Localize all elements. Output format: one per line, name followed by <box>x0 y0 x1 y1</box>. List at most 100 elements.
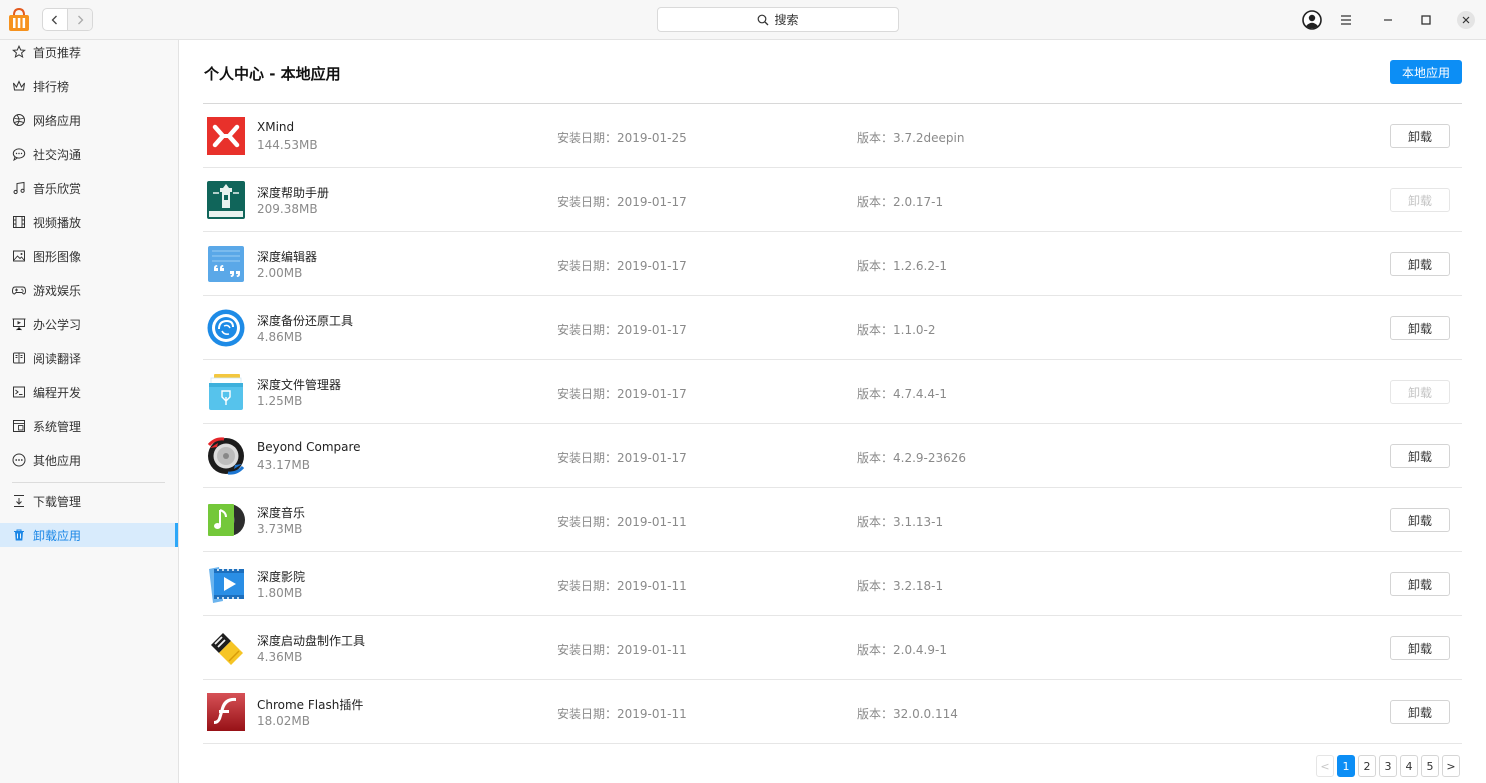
trash-icon <box>14 529 24 541</box>
menu-button[interactable] <box>1336 10 1356 30</box>
user-avatar-button[interactable] <box>1302 10 1322 30</box>
app-name: Chrome Flash插件 <box>257 698 364 712</box>
hamburger-menu-icon <box>1341 15 1351 25</box>
page-button-2[interactable]: 2 <box>1358 755 1376 777</box>
install-date: 安装日期：2019-01-17 <box>557 387 687 401</box>
page-button-3[interactable]: 3 <box>1379 755 1397 777</box>
app-row: 深度帮助手册 209.38MB 安装日期：2019-01-17 版本：2.0.1… <box>203 168 1462 232</box>
prev-page-button[interactable]: < <box>1316 755 1334 777</box>
title-bar: 搜索 <box>0 0 1486 40</box>
app-version: 版本：32.0.0.114 <box>857 707 958 721</box>
more-icon <box>12 453 26 467</box>
sidebar-item-others[interactable]: 其他应用 <box>0 448 178 472</box>
sidebar-item-label: 系统管理 <box>33 419 82 434</box>
page-title: 个人中心 - 本地应用 <box>204 65 341 83</box>
sidebar-item-label: 图形图像 <box>33 249 82 264</box>
app-row: XMind 144.53MB 安装日期：2019-01-25 版本：3.7.2d… <box>203 104 1462 168</box>
uninstall-button[interactable]: 卸载 <box>1390 636 1450 660</box>
sidebar-item-label: 编程开发 <box>33 385 82 400</box>
app-name: 深度编辑器 <box>257 250 318 264</box>
chevron-right-icon <box>78 15 84 24</box>
sidebar-item-video[interactable]: 视频播放 <box>0 210 178 234</box>
app-row: 深度影院 1.80MB 安装日期：2019-01-11 版本：3.2.18-1 … <box>203 552 1462 616</box>
search-input[interactable]: 搜索 <box>657 7 899 32</box>
sidebar-item-social[interactable]: 社交沟通 <box>0 142 178 166</box>
sidebar: 首页推荐 排行榜 网络应用 社交沟通 音乐欣赏 视频播放 图形图像 游戏娱乐 办… <box>0 40 179 783</box>
flash-plugin-icon <box>207 693 245 731</box>
uninstall-button[interactable]: 卸载 <box>1390 124 1450 148</box>
app-size: 2.00MB <box>257 266 303 280</box>
install-date: 安装日期：2019-01-11 <box>557 515 687 529</box>
uninstall-button[interactable]: 卸载 <box>1390 252 1450 276</box>
uninstall-button[interactable]: 卸载 <box>1390 188 1450 212</box>
install-date: 安装日期：2019-01-11 <box>557 643 687 657</box>
app-store-logo-icon <box>8 7 30 32</box>
app-name: 深度备份还原工具 <box>257 314 354 328</box>
sidebar-item-label: 社交沟通 <box>33 147 82 162</box>
chat-icon <box>12 148 26 161</box>
search-icon <box>758 14 769 25</box>
sidebar-item-label: 办公学习 <box>33 317 82 332</box>
sidebar-item-ranking[interactable]: 排行榜 <box>0 74 178 98</box>
app-size: 3.73MB <box>257 522 303 536</box>
sidebar-item-label: 视频播放 <box>33 215 82 230</box>
app-version: 版本：3.1.13-1 <box>857 515 944 529</box>
app-name: 深度音乐 <box>257 506 306 520</box>
uninstall-button[interactable]: 卸载 <box>1390 316 1450 340</box>
app-name: 深度帮助手册 <box>257 186 330 200</box>
sidebar-item-office[interactable]: 办公学习 <box>0 312 178 336</box>
page-button-5[interactable]: 5 <box>1421 755 1439 777</box>
uninstall-button[interactable]: 卸载 <box>1390 444 1450 468</box>
sidebar-item-graphics[interactable]: 图形图像 <box>0 244 178 268</box>
app-name: XMind <box>257 120 295 134</box>
gamepad-icon <box>12 286 26 295</box>
app-row: 深度备份还原工具 4.86MB 安装日期：2019-01-17 版本：1.1.0… <box>203 296 1462 360</box>
uninstall-button[interactable]: 卸载 <box>1390 700 1450 724</box>
uninstall-button[interactable]: 卸载 <box>1390 572 1450 596</box>
app-name: 深度影院 <box>257 570 306 584</box>
maximize-button[interactable] <box>1416 10 1436 30</box>
page-button-1[interactable]: 1 <box>1337 755 1355 777</box>
close-button[interactable] <box>1456 10 1476 30</box>
xmind-icon <box>207 117 245 155</box>
app-version: 版本：3.2.18-1 <box>857 579 944 593</box>
app-row: 深度启动盘制作工具 4.36MB 安装日期：2019-01-11 版本：2.0.… <box>203 616 1462 680</box>
app-row: Beyond Compare 43.17MB 安装日期：2019-01-17 版… <box>203 424 1462 488</box>
back-button[interactable] <box>43 9 67 30</box>
app-row: 深度编辑器 2.00MB 安装日期：2019-01-17 版本：1.2.6.2-… <box>203 232 1462 296</box>
sidebar-item-label: 卸载应用 <box>33 528 82 543</box>
sidebar-item-downloads[interactable]: 下载管理 <box>0 489 178 513</box>
sidebar-item-programming[interactable]: 编程开发 <box>0 380 178 404</box>
install-date: 安装日期：2019-01-11 <box>557 707 687 721</box>
app-name: 深度启动盘制作工具 <box>257 634 366 648</box>
deepin-file-manager-icon <box>207 373 245 411</box>
film-icon <box>13 216 25 228</box>
page-button-4[interactable]: 4 <box>1400 755 1418 777</box>
sidebar-item-home-recommend[interactable]: 首页推荐 <box>0 40 178 64</box>
app-version: 版本：1.1.0-2 <box>857 323 936 337</box>
sidebar-item-reading[interactable]: 阅读翻译 <box>0 346 178 370</box>
sidebar-item-label: 阅读翻译 <box>33 351 82 366</box>
sidebar-item-system[interactable]: 系统管理 <box>0 414 178 438</box>
uninstall-button[interactable]: 卸载 <box>1390 508 1450 532</box>
sidebar-item-uninstall[interactable]: 卸载应用 <box>0 523 178 547</box>
terminal-icon <box>13 386 25 398</box>
install-date: 安装日期：2019-01-17 <box>557 451 687 465</box>
app-size: 144.53MB <box>257 138 318 152</box>
app-row: 深度文件管理器 1.25MB 安装日期：2019-01-17 版本：4.7.4.… <box>203 360 1462 424</box>
deepin-boot-maker-icon <box>207 629 245 667</box>
sidebar-item-network[interactable]: 网络应用 <box>0 108 178 132</box>
minimize-button[interactable] <box>1378 10 1398 30</box>
app-size: 4.36MB <box>257 650 303 664</box>
sidebar-item-games[interactable]: 游戏娱乐 <box>0 278 178 302</box>
uninstall-button[interactable]: 卸载 <box>1390 380 1450 404</box>
local-apps-button[interactable]: 本地应用 <box>1390 60 1462 84</box>
next-page-button[interactable]: > <box>1442 755 1460 777</box>
sidebar-item-label: 其他应用 <box>33 453 82 468</box>
install-date: 安装日期：2019-01-11 <box>557 579 687 593</box>
sidebar-item-music[interactable]: 音乐欣赏 <box>0 176 178 200</box>
forward-button[interactable] <box>67 9 92 30</box>
deepin-backup-icon <box>207 309 245 347</box>
close-icon <box>1457 11 1475 29</box>
system-icon <box>13 420 25 432</box>
